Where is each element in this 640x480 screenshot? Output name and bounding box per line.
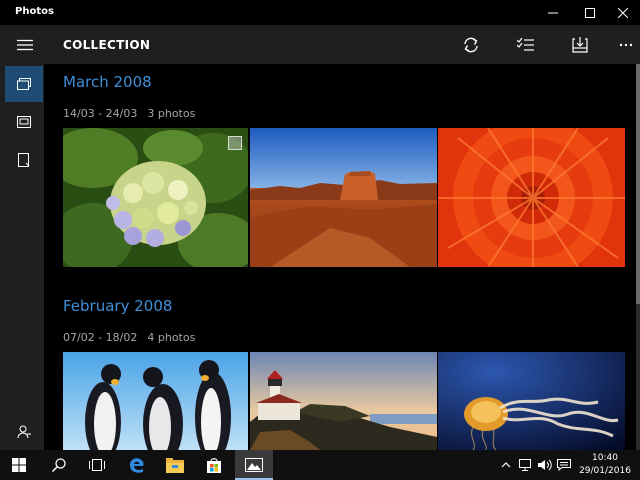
select-icon <box>517 37 534 51</box>
import-icon <box>572 37 588 53</box>
maximize-button[interactable] <box>572 0 607 25</box>
taskbar-file-explorer[interactable] <box>156 450 194 480</box>
sidebar-item-albums[interactable] <box>5 104 43 140</box>
minimize-icon <box>547 12 558 13</box>
photos-app-icon <box>245 458 263 472</box>
photo-tile-penguins[interactable] <box>63 352 248 450</box>
volume-button[interactable] <box>537 458 553 472</box>
app-header: COLLECTION <box>0 25 640 64</box>
search-icon <box>52 458 66 472</box>
folders-icon <box>18 153 30 167</box>
photo-tile-red-flower[interactable] <box>438 128 625 267</box>
clock-time: 10:40 <box>592 453 618 463</box>
penguins-photo <box>63 352 248 450</box>
show-hidden-icons-button[interactable] <box>498 458 514 472</box>
photo-tile-jellyfish[interactable] <box>438 352 625 450</box>
jellyfish-photo <box>438 352 625 450</box>
network-button[interactable] <box>518 458 534 472</box>
taskbar-photos[interactable] <box>235 450 273 480</box>
refresh-icon <box>464 37 478 53</box>
photo-tile-lighthouse[interactable] <box>250 352 437 450</box>
more-options-button[interactable] <box>612 32 640 58</box>
network-icon <box>519 459 531 471</box>
task-view-icon <box>89 459 105 471</box>
lighthouse-photo <box>250 352 437 450</box>
collection-icon <box>17 78 31 90</box>
search-button[interactable] <box>40 450 78 480</box>
chevron-up-icon <box>501 462 511 468</box>
close-icon <box>617 7 628 18</box>
select-button[interactable] <box>512 32 540 58</box>
taskbar: 10:40 29/01/2016 <box>0 450 640 480</box>
sidebar-item-folders[interactable] <box>5 142 43 178</box>
hamburger-menu-button[interactable] <box>8 33 42 57</box>
account-icon <box>17 425 31 439</box>
start-icon <box>12 458 26 472</box>
page-title: COLLECTION <box>63 38 151 52</box>
account-button[interactable] <box>5 414 43 450</box>
taskbar-clock[interactable]: 10:40 29/01/2016 <box>576 452 634 478</box>
window-title-bar: Photos <box>0 0 640 25</box>
more-icon <box>619 43 633 47</box>
import-button[interactable] <box>566 32 594 58</box>
sidebar-item-collection[interactable] <box>5 66 43 102</box>
albums-icon <box>17 116 31 128</box>
edge-icon <box>130 458 144 473</box>
sidebar <box>0 64 44 450</box>
refresh-button[interactable] <box>457 32 485 58</box>
photo-tile-hydrangea[interactable] <box>63 128 248 267</box>
scrollbar[interactable] <box>636 64 640 450</box>
volume-icon <box>538 459 552 471</box>
file-explorer-icon <box>166 457 184 473</box>
app-title: Photos <box>15 6 54 17</box>
store-icon <box>207 458 221 473</box>
photo-count: 4 photos <box>147 331 196 344</box>
scrollbar-thumb[interactable] <box>636 64 640 304</box>
taskbar-edge[interactable] <box>118 450 156 480</box>
minimize-button[interactable] <box>535 0 570 25</box>
select-checkbox[interactable] <box>228 136 242 150</box>
month-heading[interactable]: February 2008 <box>63 297 172 315</box>
close-button[interactable] <box>605 0 640 25</box>
photo-count: 3 photos <box>147 107 196 120</box>
collection-view: March 2008 14/03 - 24/03 3 photos Februa… <box>44 64 636 450</box>
start-button[interactable] <box>0 450 38 480</box>
red-flower-photo <box>438 128 625 267</box>
maximize-icon <box>584 7 595 18</box>
date-range-text: 14/03 - 24/03 <box>63 107 138 120</box>
date-range-text: 07/02 - 18/02 <box>63 331 138 344</box>
action-center-button[interactable] <box>556 458 572 472</box>
hamburger-icon <box>17 39 33 51</box>
date-range: 14/03 - 24/03 3 photos <box>63 107 195 120</box>
hydrangea-photo <box>63 128 248 267</box>
photo-tile-desert[interactable] <box>250 128 437 267</box>
date-range: 07/02 - 18/02 4 photos <box>63 331 195 344</box>
desert-photo <box>250 128 437 267</box>
task-view-button[interactable] <box>78 450 116 480</box>
month-heading[interactable]: March 2008 <box>63 73 152 91</box>
action-center-icon <box>557 459 571 471</box>
clock-date: 29/01/2016 <box>579 466 631 476</box>
taskbar-store[interactable] <box>195 450 233 480</box>
